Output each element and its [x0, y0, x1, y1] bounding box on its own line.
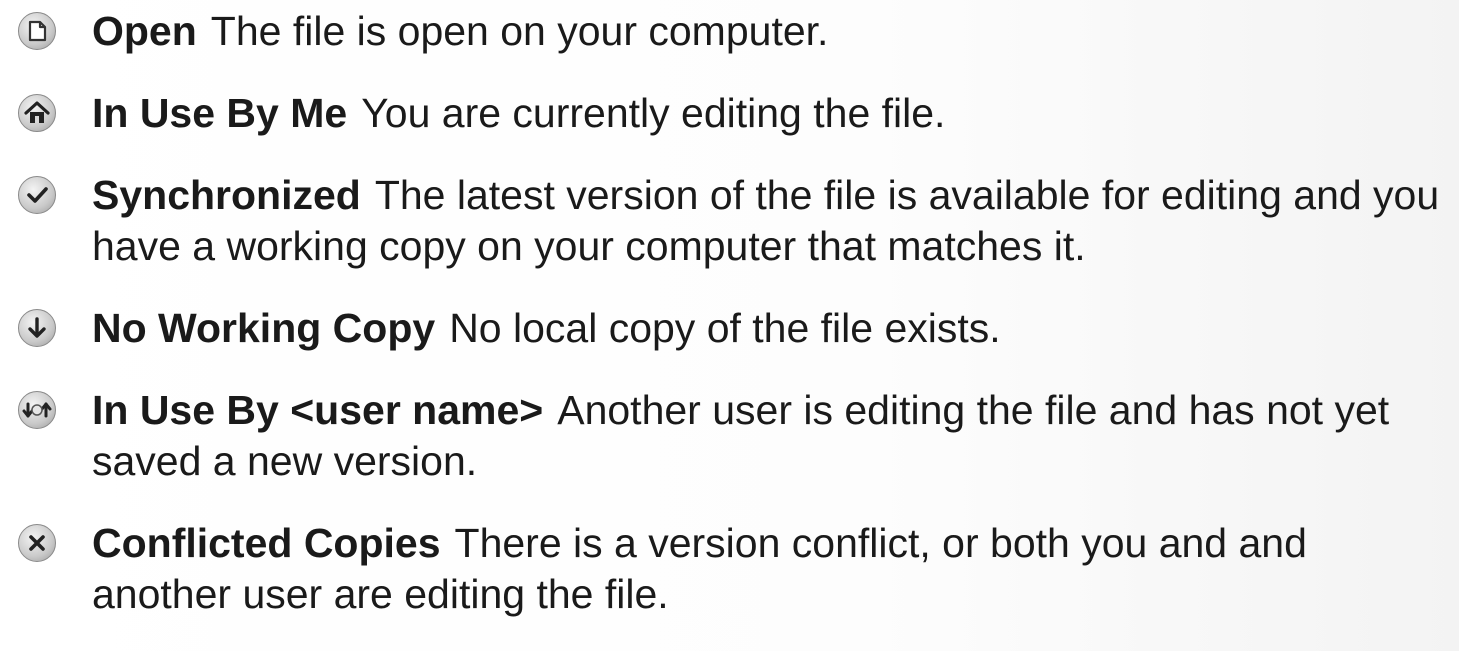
legend-term: No Working Copy: [92, 305, 436, 351]
legend-entry-in-use-by-me: In Use By Me You are currently editing th…: [12, 88, 1452, 139]
legend-entry-in-use-by-user: In Use By <user name> Another user is edi…: [12, 385, 1452, 487]
legend-term: Conflicted Copies: [92, 520, 441, 566]
house-icon: [18, 94, 56, 132]
legend-term: Synchronized: [92, 172, 361, 218]
legend-entry-no-working-copy: No Working Copy No local copy of the file…: [12, 303, 1452, 354]
x-icon: [18, 524, 56, 562]
status-legend: Open The file is open on your computer. I…: [12, 6, 1452, 651]
legend-entry-open: Open The file is open on your computer.: [12, 6, 1452, 57]
checkmark-icon: [18, 176, 56, 214]
legend-term: Open: [92, 8, 197, 54]
legend-description: The file is open on your computer.: [210, 8, 829, 54]
legend-description: You are currently editing the file.: [361, 90, 946, 136]
legend-term: In Use By <user name>: [92, 387, 544, 433]
legend-term: In Use By Me: [92, 90, 348, 136]
legend-entry-conflicted-copies: Conflicted Copies There is a version conf…: [12, 518, 1452, 620]
open-icon: [18, 12, 56, 50]
sync-arrows-icon: [18, 391, 56, 429]
legend-entry-synchronized: Synchronized The latest version of the fi…: [12, 170, 1452, 272]
download-arrow-icon: [18, 309, 56, 347]
legend-description: No local copy of the file exists.: [449, 305, 1001, 351]
